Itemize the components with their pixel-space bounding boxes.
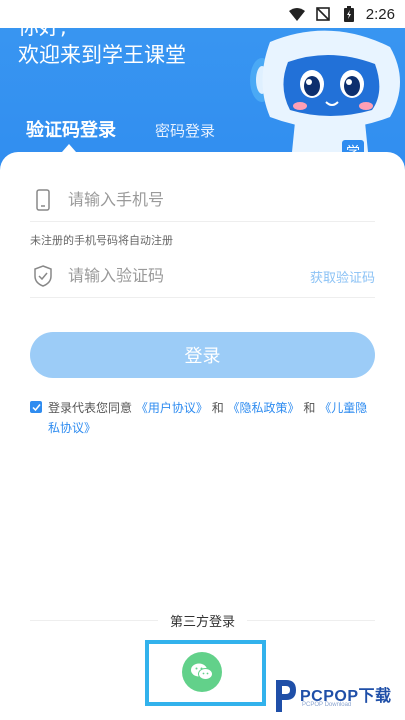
phone-input[interactable] (68, 190, 268, 209)
battery-charging-icon (340, 6, 358, 22)
agreement-checkbox[interactable] (30, 401, 42, 413)
code-field-row: 获取验证码 (30, 254, 375, 298)
wechat-icon (191, 663, 213, 680)
user-agreement-link[interactable]: 《用户协议》 (136, 401, 208, 415)
greeting-line-2: 欢迎来到学王课堂 (18, 43, 186, 67)
watermark-subtext: PCPOP Download (302, 702, 352, 708)
agreement-prefix: 登录代表您同意 (48, 401, 133, 415)
pcpop-logo-icon (276, 680, 296, 712)
status-time: 2:26 (365, 5, 395, 23)
auto-register-hint: 未注册的手机号码将自动注册 (30, 234, 173, 247)
login-button[interactable]: 登录 (30, 332, 375, 378)
greeting: 你好, 欢迎来到学王课堂 (18, 20, 186, 68)
verification-code-input[interactable] (68, 266, 268, 285)
get-code-button[interactable]: 获取验证码 (310, 267, 375, 286)
privacy-policy-link[interactable]: 《隐私政策》 (228, 401, 300, 415)
agreement-and-1: 和 (211, 401, 224, 415)
wechat-login-button[interactable] (182, 652, 222, 692)
phone-field-row (30, 178, 375, 222)
tab-password-login[interactable]: 密码登录 (155, 120, 215, 141)
third-party-title: 第三方登录 (0, 611, 405, 630)
shield-icon (32, 264, 54, 288)
wifi-icon (288, 6, 306, 22)
third-party-title-text: 第三方登录 (157, 615, 247, 630)
pcpop-watermark: PCPOP下载 PCPOP Download (272, 676, 405, 720)
check-icon (31, 403, 41, 411)
active-tab-indicator (62, 144, 76, 152)
agreement: 登录代表您同意 《用户协议》 和 《隐私政策》 和 《儿童隐私协议》 (30, 398, 375, 438)
phone-icon (32, 188, 54, 212)
agreement-and-2: 和 (303, 401, 316, 415)
login-tabs: 验证码登录 密码登录 (0, 110, 405, 150)
tab-sms-login[interactable]: 验证码登录 (26, 116, 116, 142)
signal-muted-icon (314, 6, 332, 22)
